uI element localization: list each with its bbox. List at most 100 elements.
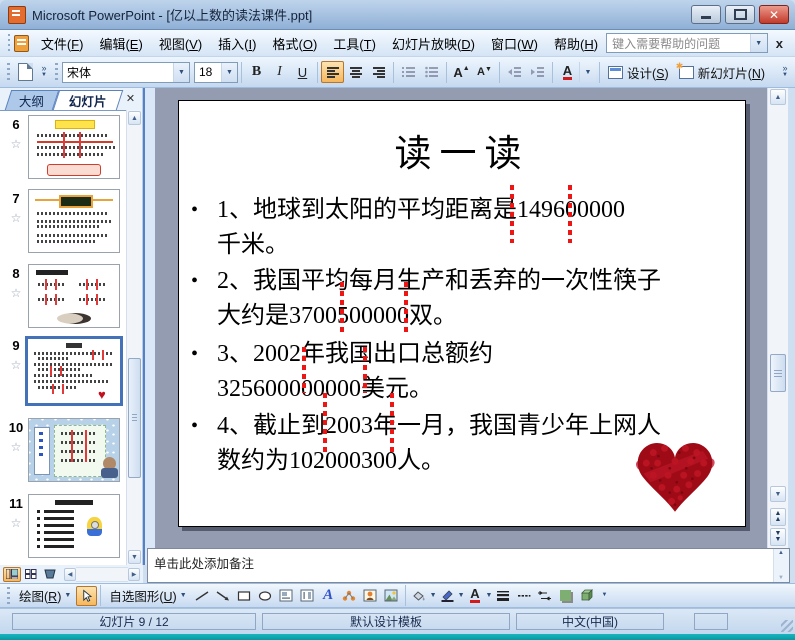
decrease-font-size-button[interactable]: A ▼ (473, 61, 496, 83)
menu-tools[interactable]: 工具(T) (325, 31, 384, 56)
bullet-item[interactable]: • 1、地球到太阳的平均距离是149600000 千米。 (191, 193, 731, 263)
scroll-down-icon[interactable]: ▼ (128, 550, 141, 564)
notes-placeholder[interactable]: 单击此处添加备注 (154, 553, 254, 572)
3d-style-button[interactable] (576, 586, 597, 606)
font-color-button[interactable]: A (465, 586, 486, 606)
align-right-button[interactable] (367, 61, 390, 83)
slide-show-button[interactable] (41, 567, 59, 582)
toolbar-overflow-icon[interactable]: » ▼ (778, 60, 792, 84)
slide-thumbnail[interactable] (28, 418, 120, 482)
pane-divider[interactable] (143, 88, 155, 565)
bullet-item[interactable]: • 3、2002年我国出口总额约 325600000000美元。 (191, 337, 731, 407)
oval-tool-button[interactable] (255, 586, 276, 606)
underline-button[interactable]: U (291, 61, 314, 83)
previous-slide-button[interactable]: ▲ ▲ (770, 508, 786, 526)
scrollbar-track[interactable] (76, 566, 128, 582)
menu-file[interactable]: 文件(F) (33, 31, 92, 56)
tab-slides[interactable]: 幻灯片 (52, 90, 124, 110)
panel-horizontal-scrollbar[interactable]: ◀ ▶ (64, 566, 140, 582)
panel-close-icon[interactable]: ✕ (123, 91, 138, 106)
arrow-style-button[interactable] (534, 586, 555, 606)
next-slide-button[interactable]: ▼ ▼ (770, 528, 786, 546)
slide-thumbnail[interactable] (28, 189, 120, 253)
minimize-button[interactable] (691, 5, 721, 24)
increase-indent-button[interactable] (526, 61, 549, 83)
bullet-item[interactable]: • 2、我国平均每月生产和丢弃的一次性筷子 大约是3700500000双。 (191, 264, 731, 334)
increase-font-size-button[interactable]: A ▲ (450, 61, 473, 83)
draw-menu-button[interactable]: 绘图(R) ▼ (14, 584, 76, 607)
toolbar-overflow-icon[interactable]: ▼ (597, 584, 611, 608)
close-button[interactable]: ✕ (759, 5, 789, 24)
fill-color-button[interactable] (409, 586, 430, 606)
autoshapes-menu-button[interactable]: 自选图形(U) ▼ (104, 584, 191, 607)
scrollbar-thumb[interactable] (770, 354, 786, 392)
scroll-down-icon[interactable]: ▼ (775, 575, 787, 581)
menu-help[interactable]: 帮助(H) (546, 31, 606, 56)
bullet-list-button[interactable] (420, 61, 443, 83)
chevron-down-icon[interactable]: ▼ (221, 62, 237, 82)
italic-button[interactable]: I (268, 61, 291, 83)
toolbar-overflow-icon[interactable]: » ▼ (37, 60, 51, 84)
menu-window[interactable]: 窗口(W) (483, 31, 546, 56)
align-left-button[interactable] (321, 61, 344, 83)
menu-format[interactable]: 格式(O) (264, 31, 325, 56)
scroll-down-icon[interactable]: ▼ (770, 486, 786, 502)
scroll-up-icon[interactable]: ▲ (128, 111, 141, 125)
scroll-right-icon[interactable]: ▶ (128, 567, 140, 581)
menu-insert[interactable]: 插入(I) (210, 31, 264, 56)
scroll-left-icon[interactable]: ◀ (64, 567, 76, 581)
toolbar-grip[interactable] (55, 63, 58, 81)
status-language[interactable]: 中文(中国) (516, 613, 664, 630)
line-style-button[interactable] (492, 586, 513, 606)
insert-picture-button[interactable] (381, 586, 402, 606)
help-input[interactable]: 键入需要帮助的问题 ▼ (606, 33, 768, 53)
notes-scrollbar[interactable]: ▲ ▼ (773, 549, 789, 582)
font-size-select[interactable]: 18 ▼ (194, 61, 238, 83)
scroll-up-icon[interactable]: ▲ (775, 550, 787, 556)
toolbar-grip[interactable] (8, 34, 11, 52)
line-tool-button[interactable] (192, 586, 213, 606)
slide-thumbnail[interactable] (28, 264, 120, 328)
restore-button[interactable] (725, 5, 755, 24)
status-design-template[interactable]: 默认设计模板 (262, 613, 510, 630)
new-slide-button[interactable]: 新幻灯片(N) (674, 61, 770, 84)
text-box-button[interactable] (276, 586, 297, 606)
chevron-down-icon[interactable]: ▼ (749, 34, 767, 52)
scrollbar-thumb[interactable] (128, 358, 141, 478)
slide-sorter-view-button[interactable] (22, 567, 40, 582)
menu-edit[interactable]: 编辑(E) (91, 31, 150, 56)
dash-style-button[interactable] (513, 586, 534, 606)
wordart-button[interactable]: A (318, 586, 339, 606)
decrease-indent-button[interactable] (503, 61, 526, 83)
slide-thumbnail[interactable] (28, 115, 120, 179)
main-scrollbar[interactable]: ▲ ▼ ▲ ▲ ▼ ▼ (767, 88, 788, 548)
notes-pane[interactable]: 单击此处添加备注 ▲ ▼ (147, 548, 790, 583)
chevron-down-icon[interactable]: ▼ (173, 62, 189, 82)
vertical-text-box-button[interactable] (297, 586, 318, 606)
chevron-down-icon[interactable]: ▼ (458, 592, 465, 599)
chevron-down-icon[interactable]: ▼ (579, 62, 596, 82)
font-color-button[interactable]: A (556, 61, 579, 83)
font-name-select[interactable]: 宋体 ▼ (62, 61, 190, 83)
scroll-up-icon[interactable]: ▲ (770, 89, 786, 105)
select-objects-button[interactable] (76, 585, 98, 606)
rectangle-tool-button[interactable] (234, 586, 255, 606)
slide-thumbnail[interactable] (28, 494, 120, 558)
diagram-button[interactable] (339, 586, 360, 606)
align-center-button[interactable] (344, 61, 367, 83)
menu-close-button[interactable]: x (768, 34, 791, 53)
normal-view-button[interactable] (3, 566, 21, 582)
toolbar-grip[interactable] (7, 63, 10, 81)
menu-slideshow[interactable]: 幻灯片放映(D) (384, 31, 483, 56)
resize-grip[interactable] (781, 620, 793, 632)
shadow-style-button[interactable] (555, 586, 576, 606)
chevron-down-icon[interactable]: ▼ (486, 592, 493, 599)
numbered-list-button[interactable] (397, 61, 420, 83)
line-color-button[interactable] (437, 586, 458, 606)
clip-art-button[interactable] (360, 586, 381, 606)
toolbar-grip[interactable] (7, 586, 10, 605)
chevron-down-icon[interactable]: ▼ (430, 592, 437, 599)
menu-view[interactable]: 视图(V) (151, 31, 210, 56)
arrow-tool-button[interactable] (213, 586, 234, 606)
design-button[interactable]: 设计(S) (603, 61, 674, 84)
